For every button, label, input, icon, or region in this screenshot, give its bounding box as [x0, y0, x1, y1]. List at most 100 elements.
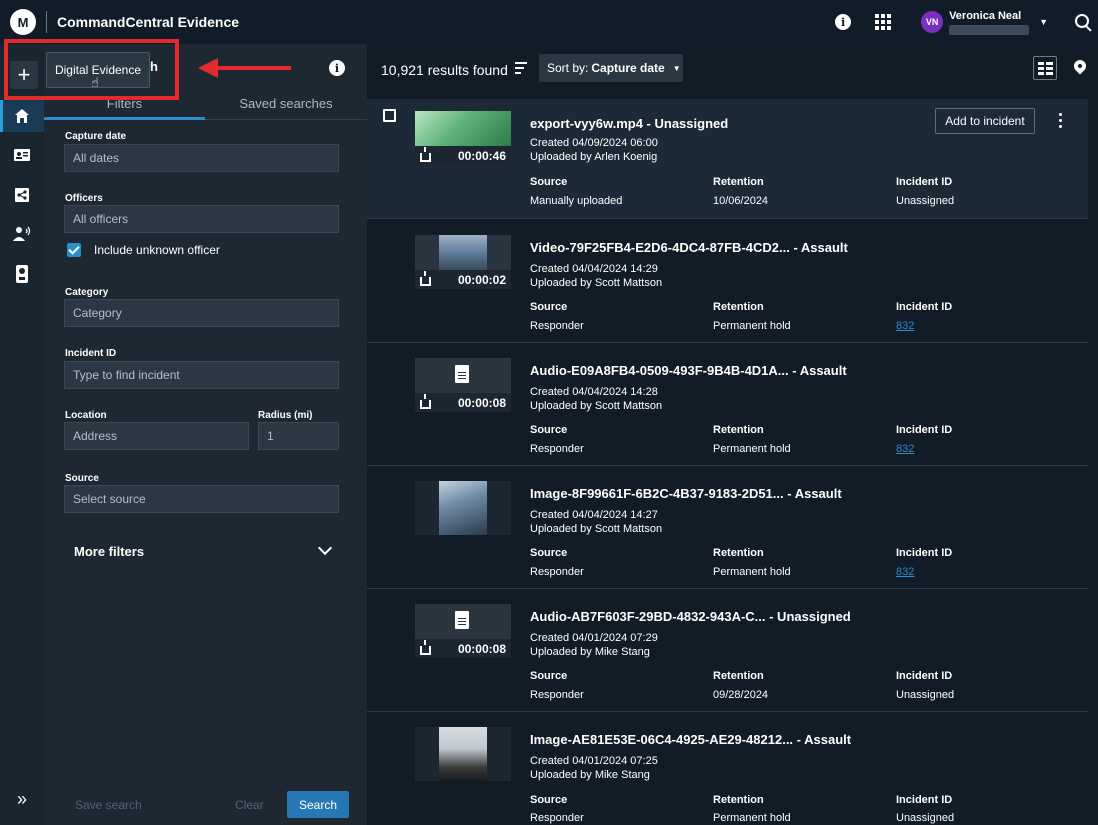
evidence-title[interactable]: Image-8F99661F-6B2C-4B37-9183-2D51... - … — [530, 486, 842, 501]
incident-header: Incident ID — [896, 794, 953, 806]
expand-rail-icon[interactable]: » — [0, 784, 44, 814]
evidence-thumbnail[interactable] — [415, 481, 511, 535]
incident-value: Unassigned — [896, 812, 955, 824]
evidence-card[interactable]: 00:00:08 Audio-AB7F603F-29BD-4832-943A-C… — [367, 592, 1088, 712]
incident-header: Incident ID — [896, 301, 953, 313]
list-view-icon[interactable] — [1033, 56, 1057, 80]
evidence-card[interactable]: 00:00:02 Video-79F25FB4-E2D6-4DC4-87FB-4… — [367, 223, 1088, 343]
rail-share[interactable] — [0, 179, 44, 211]
thumbnail-image — [439, 481, 487, 535]
annotation-arrow-line — [215, 66, 291, 70]
evidence-title[interactable]: Audio-E09A8FB4-0509-493F-9B4B-4D1A... - … — [530, 363, 847, 378]
map-pin-icon[interactable] — [1071, 57, 1089, 75]
source-value: Responder — [530, 443, 584, 455]
evidence-thumbnail[interactable] — [415, 727, 511, 781]
retention-value: Permanent hold — [713, 812, 791, 824]
source-header: Source — [530, 424, 568, 436]
retention-header: Retention — [713, 301, 764, 313]
sort-dropdown[interactable]: Sort by: Capture date ▼ — [539, 54, 683, 82]
evidence-title[interactable]: Audio-AB7F603F-29BD-4832-943A-C... - Una… — [530, 609, 851, 624]
incident-link[interactable]: 832 — [896, 566, 914, 578]
source-header: Source — [530, 176, 568, 188]
info-icon[interactable]: i — [835, 14, 852, 30]
capture-date-field[interactable]: All dates — [64, 144, 339, 172]
body-camera-icon — [16, 265, 28, 283]
evidence-card[interactable]: Image-AE81E53E-06C4-4925-AE29-48212... -… — [367, 715, 1088, 825]
evidence-card[interactable]: Image-8F99661F-6B2C-4B37-9183-2D51... - … — [367, 469, 1088, 589]
source-field[interactable]: Select source — [64, 485, 339, 513]
apps-grid-icon[interactable] — [875, 14, 892, 30]
retention-header: Retention — [713, 176, 764, 188]
evidence-title[interactable]: export-vyy6w.mp4 - Unassigned — [530, 116, 728, 131]
more-filters-toggle[interactable]: More filters — [74, 544, 144, 559]
created-date: Created 04/04/2024 14:27 — [530, 509, 658, 521]
nav-rail: + » — [0, 44, 44, 825]
more-options-icon[interactable] — [1059, 113, 1062, 128]
officers-field[interactable]: All officers — [64, 205, 339, 233]
user-avatar[interactable]: VN — [921, 11, 944, 33]
source-header: Source — [530, 547, 568, 559]
incident-link[interactable]: 832 — [896, 320, 914, 332]
evidence-thumbnail[interactable]: 00:00:08 — [415, 358, 511, 412]
sort-value: Capture date — [591, 61, 665, 75]
location-field[interactable]: Address — [64, 422, 249, 450]
home-icon — [15, 109, 29, 123]
officers-label: Officers — [65, 193, 103, 204]
thumbnail-bar: 00:00:08 — [415, 393, 511, 412]
uploaded-by: Uploaded by Scott Mattson — [530, 277, 663, 289]
chevron-down-icon[interactable] — [317, 540, 333, 556]
user-menu-caret-icon[interactable]: ▼ — [1039, 17, 1048, 27]
rail-home[interactable] — [0, 100, 44, 132]
incident-value: Unassigned — [896, 195, 955, 207]
results-count: 10,921 results found — [381, 62, 508, 78]
user-menu[interactable]: Veronica Neal — [949, 10, 1030, 35]
retention-header: Retention — [713, 547, 764, 559]
uploaded-by: Uploaded by Scott Mattson — [530, 523, 663, 535]
filters-info-icon[interactable]: i — [329, 60, 345, 76]
uploaded-by: Uploaded by Mike Stang — [530, 646, 650, 658]
created-date: Created 04/01/2024 07:29 — [530, 632, 658, 644]
rail-audio[interactable] — [0, 218, 44, 250]
radius-field[interactable]: 1 — [258, 422, 339, 450]
app-title[interactable]: CommandCentral Evidence — [57, 14, 239, 30]
source-value: Responder — [530, 689, 584, 701]
source-value: Manually uploaded — [530, 195, 623, 207]
motorola-logo-icon[interactable]: M — [10, 9, 36, 35]
retention-value: 09/28/2024 — [713, 689, 769, 701]
created-date: Created 04/01/2024 07:25 — [530, 755, 658, 767]
incident-id-field[interactable]: Type to find incident — [64, 361, 339, 389]
global-search-icon[interactable] — [1074, 13, 1092, 31]
select-checkbox[interactable] — [383, 109, 396, 122]
filters-panel: i Filters Saved searches Capture date Al… — [44, 44, 367, 825]
share-icon — [15, 188, 29, 202]
evidence-title[interactable]: Image-AE81E53E-06C4-4925-AE29-48212... -… — [530, 732, 851, 747]
clear-button[interactable]: Clear — [235, 798, 264, 812]
tab-saved-searches[interactable]: Saved searches — [205, 96, 367, 111]
person-audio-icon — [13, 226, 31, 241]
uploaded-by: Uploaded by Arlen Koenig — [530, 151, 658, 163]
evidence-card[interactable]: 00:00:46 export-vyy6w.mp4 - Unassigned C… — [367, 99, 1088, 219]
source-header: Source — [530, 301, 568, 313]
search-button[interactable]: Search — [287, 791, 349, 818]
rail-devices[interactable] — [0, 258, 44, 290]
top-bar: M CommandCentral Evidence i VN Veronica … — [0, 0, 1098, 44]
uploaded-by: Uploaded by Mike Stang — [530, 769, 650, 781]
thumbnail-bar: 00:00:46 — [415, 146, 511, 165]
add-to-incident-button[interactable]: Add to incident — [935, 108, 1035, 134]
retention-header: Retention — [713, 424, 764, 436]
evidence-thumbnail[interactable]: 00:00:46 — [415, 111, 511, 165]
rail-cases[interactable] — [0, 139, 44, 171]
category-field[interactable]: Category — [64, 299, 339, 327]
source-label: Source — [65, 473, 99, 484]
include-unknown-checkbox[interactable] — [67, 243, 81, 257]
retention-header: Retention — [713, 794, 764, 806]
save-search-button[interactable]: Save search — [75, 798, 142, 812]
incident-link[interactable]: 832 — [896, 443, 914, 455]
sort-order-icon[interactable] — [515, 61, 531, 75]
evidence-thumbnail[interactable]: 00:00:02 — [415, 235, 511, 289]
evidence-thumbnail[interactable]: 00:00:08 — [415, 604, 511, 658]
created-date: Created 04/09/2024 06:00 — [530, 137, 658, 149]
evidence-title[interactable]: Video-79F25FB4-E2D6-4DC4-87FB-4CD2... - … — [530, 240, 848, 255]
evidence-card[interactable]: 00:00:08 Audio-E09A8FB4-0509-493F-9B4B-4… — [367, 346, 1088, 466]
incident-header: Incident ID — [896, 670, 953, 682]
